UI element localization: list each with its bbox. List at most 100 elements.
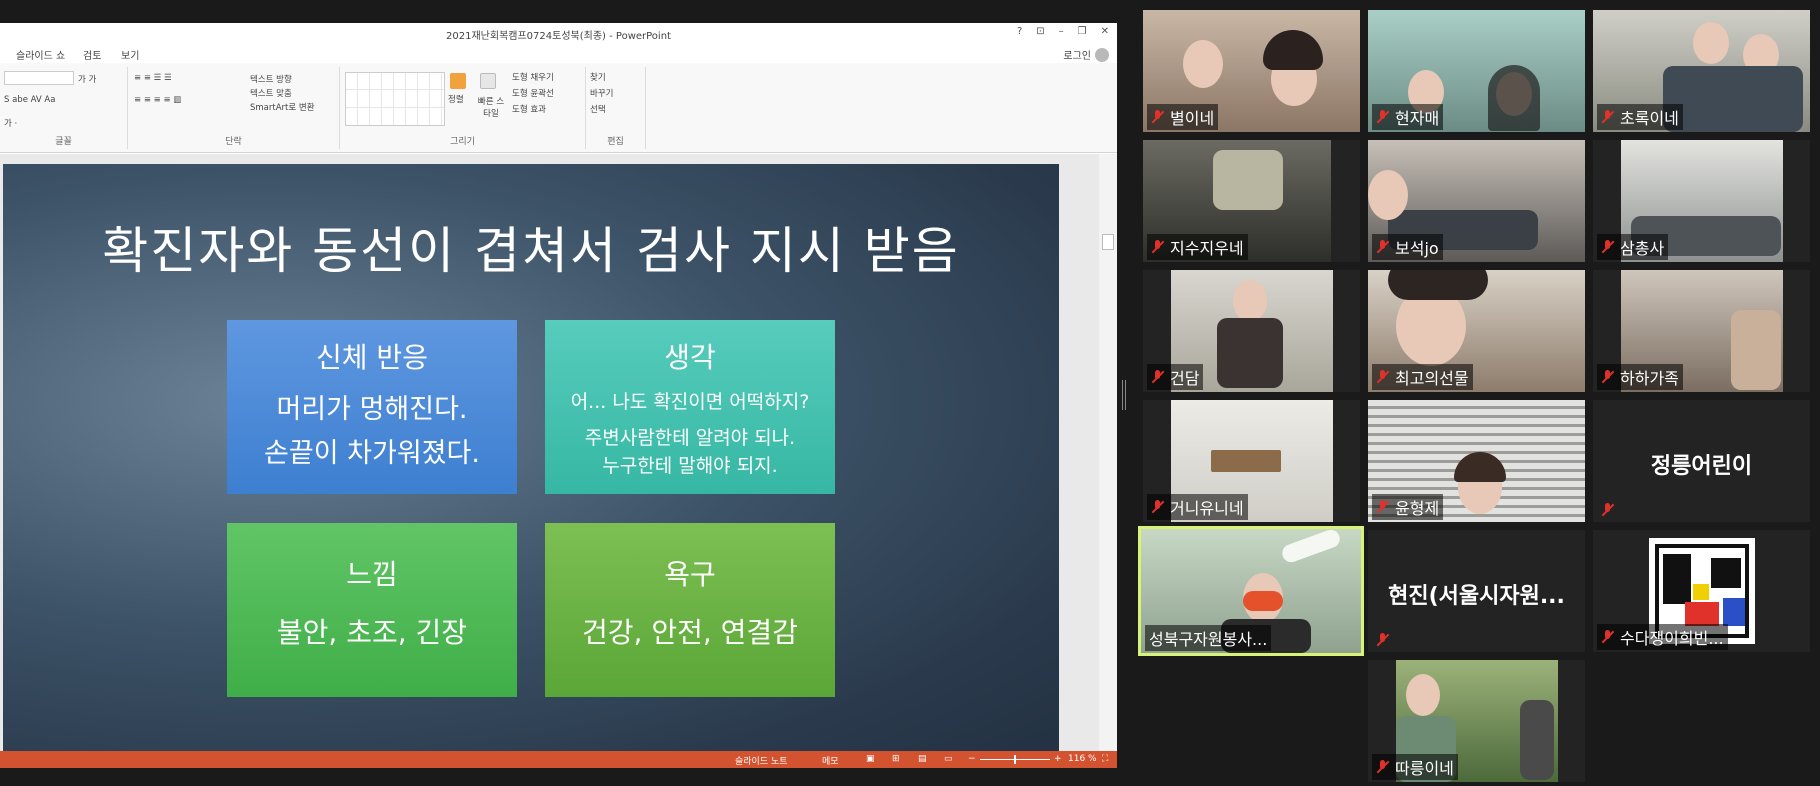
card-heading: 생각 <box>664 341 716 374</box>
reading-view-icon[interactable]: ▤ <box>918 754 927 764</box>
panel-splitter[interactable] <box>1122 380 1126 410</box>
shape-effects-button[interactable]: 도형 효과 <box>512 103 546 115</box>
participant-tile-active-speaker[interactable]: 성북구자원봉사... <box>1138 526 1364 656</box>
powerpoint-window: 2021재난회복캠프0724토성북(최종) - PowerPoint ? ⊡ –… <box>0 23 1117 768</box>
shape-fill-button[interactable]: 도형 채우기 <box>512 71 554 83</box>
participant-tile[interactable]: 윤형제 <box>1368 400 1585 522</box>
participant-tile[interactable]: 현자매 <box>1368 10 1585 132</box>
arrange-icon[interactable] <box>450 73 466 89</box>
font-name-box[interactable] <box>4 71 74 85</box>
mic-muted-icon <box>1149 238 1167 256</box>
participant-tile[interactable]: 하하가족 <box>1593 270 1810 392</box>
notes-button[interactable]: 슬라이드 노트 <box>735 754 788 767</box>
card-line: 불안, 초조, 긴장 <box>276 616 468 649</box>
normal-view-icon[interactable]: ▣ <box>866 754 875 764</box>
shapes-gallery[interactable] <box>345 72 445 126</box>
participant-tile[interactable]: 최고의선물 <box>1368 270 1585 392</box>
participant-name: 수다쟁이희빈... <box>1597 624 1728 650</box>
fit-window-icon[interactable]: ⛶ <box>1102 754 1108 764</box>
user-avatar-icon <box>1095 47 1109 62</box>
zoom-slider-thumb[interactable] <box>1014 755 1016 764</box>
zoom-out-icon[interactable]: − <box>968 754 976 764</box>
card-body-reaction: 신체 반응 머리가 멍해진다. 손끝이 차가워졌다. <box>227 320 517 494</box>
close-icon[interactable]: ✕ <box>1101 26 1109 37</box>
card-heading: 느낌 <box>346 558 398 591</box>
tab-view[interactable]: 보기 <box>121 47 139 62</box>
mic-muted-icon <box>1374 368 1392 386</box>
participant-tile[interactable]: 수다쟁이희빈... <box>1593 530 1810 652</box>
participant-tile[interactable]: 거니유니네 <box>1143 400 1360 522</box>
smartart-button[interactable]: SmartArt로 변환 <box>250 101 315 113</box>
participant-tile[interactable]: 지수지우네 <box>1143 140 1360 262</box>
login-area[interactable]: 로그인 <box>1063 47 1109 62</box>
text-direction-button[interactable]: 텍스트 방향 <box>250 73 292 85</box>
help-icon[interactable]: ? <box>1017 26 1022 37</box>
participant-name: 건담 <box>1147 364 1204 390</box>
participant-name: 보석jo <box>1372 234 1443 260</box>
comments-button[interactable]: 메모 <box>822 754 839 767</box>
scroll-thumb[interactable] <box>1102 234 1114 250</box>
participant-name: 윤형제 <box>1372 494 1444 520</box>
ribbon-display-icon[interactable]: ⊡ <box>1036 26 1044 37</box>
replace-button[interactable]: 바꾸기 <box>590 87 613 99</box>
zoom-in-icon[interactable]: + <box>1054 754 1062 764</box>
select-button[interactable]: 선택 <box>590 103 606 115</box>
participant-name: 지수지우네 <box>1147 234 1248 260</box>
text-align-button[interactable]: 텍스트 맞춤 <box>250 87 292 99</box>
group-label-font: 글꼴 <box>55 137 72 147</box>
minimize-icon[interactable]: – <box>1059 26 1064 37</box>
slide-title: 확진자와 동선이 겹쳐서 검사 지시 받음 <box>102 222 960 280</box>
sorter-view-icon[interactable]: ⊞ <box>892 754 900 764</box>
participant-tile[interactable]: 초록이네 <box>1593 10 1810 132</box>
participant-tile[interactable]: 보석jo <box>1368 140 1585 262</box>
quick-styles-icon[interactable] <box>480 73 496 89</box>
screen: 2021재난회복캠프0724토성북(최종) - PowerPoint ? ⊡ –… <box>0 0 1820 786</box>
tab-review[interactable]: 검토 <box>83 47 101 62</box>
list-icons[interactable]: ≡ ≡ ☰ ☰ <box>134 73 172 83</box>
participant-tile[interactable]: 건담 <box>1143 270 1360 392</box>
participant-name: 삼총사 <box>1597 234 1669 260</box>
arrange-button[interactable]: 정렬 <box>448 93 464 105</box>
mic-muted-icon <box>1374 108 1392 126</box>
participant-name-tag <box>1597 500 1621 520</box>
group-label-drawing: 그리기 <box>450 137 475 147</box>
slide[interactable]: 확진자와 동선이 겹쳐서 검사 지시 받음 신체 반응 머리가 멍해진다. 손끝… <box>3 164 1059 757</box>
font-format-icons[interactable]: S abe AV Aa <box>4 95 55 105</box>
slideshow-view-icon[interactable]: ▭ <box>944 754 953 764</box>
restore-icon[interactable]: ❐ <box>1078 26 1087 37</box>
mic-muted-icon <box>1599 108 1617 126</box>
status-bar: 슬라이드 노트 메모 ▣ ⊞ ▤ ▭ − + 116 % ⛶ <box>0 751 1117 768</box>
mic-muted-icon <box>1599 238 1617 256</box>
quick-styles-button[interactable]: 빠른 스타일 <box>476 95 506 119</box>
login-link[interactable]: 로그인 <box>1063 47 1091 62</box>
find-button[interactable]: 찾기 <box>590 71 606 83</box>
ribbon-group-paragraph: ≡ ≡ ☰ ☰ ≡ ≡ ≡ ≡ ▥ 텍스트 방향 텍스트 맞춤 SmartArt… <box>128 67 340 149</box>
vertical-scrollbar[interactable] <box>1099 154 1117 754</box>
align-icons[interactable]: ≡ ≡ ≡ ≡ ▥ <box>134 95 181 105</box>
participant-name: 거니유니네 <box>1147 494 1248 520</box>
participant-tile[interactable]: 정릉어린이 <box>1593 400 1810 522</box>
card-line: 손끝이 차가워졌다. <box>264 438 480 469</box>
card-thoughts: 생각 어... 나도 확진이면 어떡하지? 주변사람한테 알려야 되나. 누구한… <box>545 320 835 494</box>
participant-tile[interactable]: 삼총사 <box>1593 140 1810 262</box>
zoom-level[interactable]: 116 % <box>1068 754 1097 764</box>
participant-name-large: 현진(서울시자원... <box>1388 584 1565 609</box>
ribbon-tabs: 슬라이드 쇼 검토 보기 로그인 <box>0 43 1117 63</box>
participant-name-large: 정릉어린이 <box>1650 454 1753 479</box>
participant-name: 현자매 <box>1372 104 1444 130</box>
participant-name: 성북구자원봉사... <box>1145 625 1272 651</box>
card-feelings: 느낌 불안, 초조, 긴장 <box>227 523 517 697</box>
card-line: 머리가 멍해진다. <box>276 394 468 425</box>
group-label-edit: 편집 <box>607 137 624 147</box>
font-grow-icon[interactable]: 가 가 <box>78 73 96 85</box>
tab-slideshow[interactable]: 슬라이드 쇼 <box>16 47 65 62</box>
card-line: 누구한테 말해야 되지. <box>602 455 778 477</box>
participant-tile[interactable]: 현진(서울시자원... <box>1368 530 1585 652</box>
mic-muted-icon <box>1599 368 1617 386</box>
participant-tile[interactable]: 따릉이네 <box>1368 660 1585 782</box>
mic-muted-icon <box>1374 631 1392 649</box>
group-label-paragraph: 단락 <box>225 137 242 147</box>
shape-outline-button[interactable]: 도형 윤곽선 <box>512 87 554 99</box>
participant-tile[interactable]: 별이네 <box>1143 10 1360 132</box>
font-color-icon[interactable]: 가 · <box>4 117 17 129</box>
